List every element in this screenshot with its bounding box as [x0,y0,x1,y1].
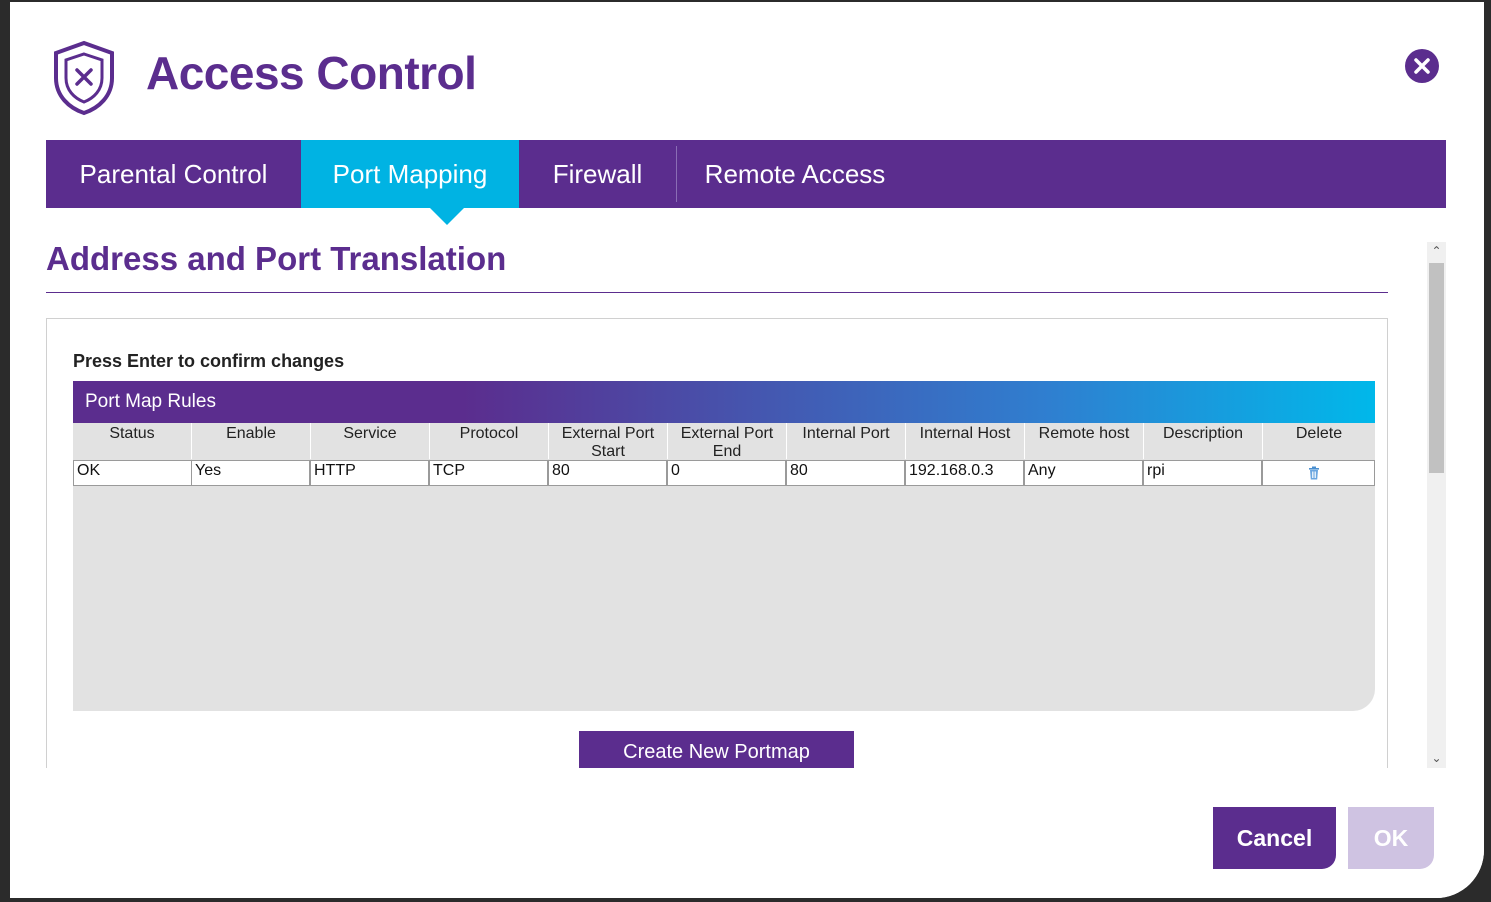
scroll-down-arrow-icon[interactable]: ⌄ [1427,749,1446,768]
tab-firewall[interactable]: Firewall [519,140,676,208]
cell-protocol[interactable]: TCP [429,460,548,486]
cell-remote-host[interactable]: Any [1024,460,1143,486]
cell-enable[interactable]: Yes [191,460,310,486]
scroll-thumb[interactable] [1429,263,1444,473]
trash-icon[interactable] [1308,466,1320,480]
tab-parental-control[interactable]: Parental Control [46,140,301,208]
cell-external-port-end[interactable]: 0 [667,460,786,486]
column-header-protocol: Protocol [459,425,519,442]
port-map-table: Port Map Rules Status Enable Service Pro… [73,381,1375,711]
column-header-internal-port: Internal Port [802,425,890,442]
create-new-portmap-button[interactable]: Create New Portmap [579,731,854,769]
cell-external-port-start[interactable]: 80 [548,460,667,486]
column-header-delete: Delete [1295,425,1343,442]
port-map-panel: Press Enter to confirm changes Port Map … [46,318,1388,779]
cell-internal-host[interactable]: 192.168.0.3 [905,460,1024,486]
cell-status[interactable]: OK [73,460,192,486]
cancel-button[interactable]: Cancel [1213,807,1336,869]
tab-remote-access[interactable]: Remote Access [677,140,913,208]
column-header-external-port-end: External Port End [680,425,774,460]
column-header-enable: Enable [226,425,276,442]
active-tab-pointer [430,208,464,225]
confirm-hint: Press Enter to confirm changes [73,351,345,371]
close-icon [1414,58,1430,74]
tab-port-mapping[interactable]: Port Mapping [301,140,519,208]
table-header-bar: Port Map Rules [73,381,1375,423]
table-title: Port Map Rules [85,391,216,412]
column-header-external-port-start: External Port Start [561,425,655,460]
close-button[interactable] [1405,49,1439,83]
cell-internal-port[interactable]: 80 [786,460,905,486]
scrollbar[interactable]: ⌃ ⌄ [1427,242,1446,768]
access-control-dialog: Access Control Parental Control Port Map… [10,2,1484,898]
section-title: Address and Port Translation [46,240,507,277]
shield-x-icon [54,40,114,116]
column-header-internal-host: Internal Host [919,425,1011,442]
column-header-status: Status [109,425,155,442]
tab-bar: Parental Control Port Mapping Firewall R… [46,140,1446,225]
cell-description[interactable]: rpi [1143,460,1262,486]
cell-service[interactable]: HTTP [310,460,429,486]
scroll-up-arrow-icon[interactable]: ⌃ [1427,242,1446,261]
column-header-description: Description [1162,425,1244,442]
column-header-service: Service [343,425,397,442]
section-divider [46,292,1388,293]
column-header-remote-host: Remote host [1038,425,1130,442]
ok-button[interactable]: OK [1348,807,1434,869]
dialog-title: Access Control [146,47,477,99]
